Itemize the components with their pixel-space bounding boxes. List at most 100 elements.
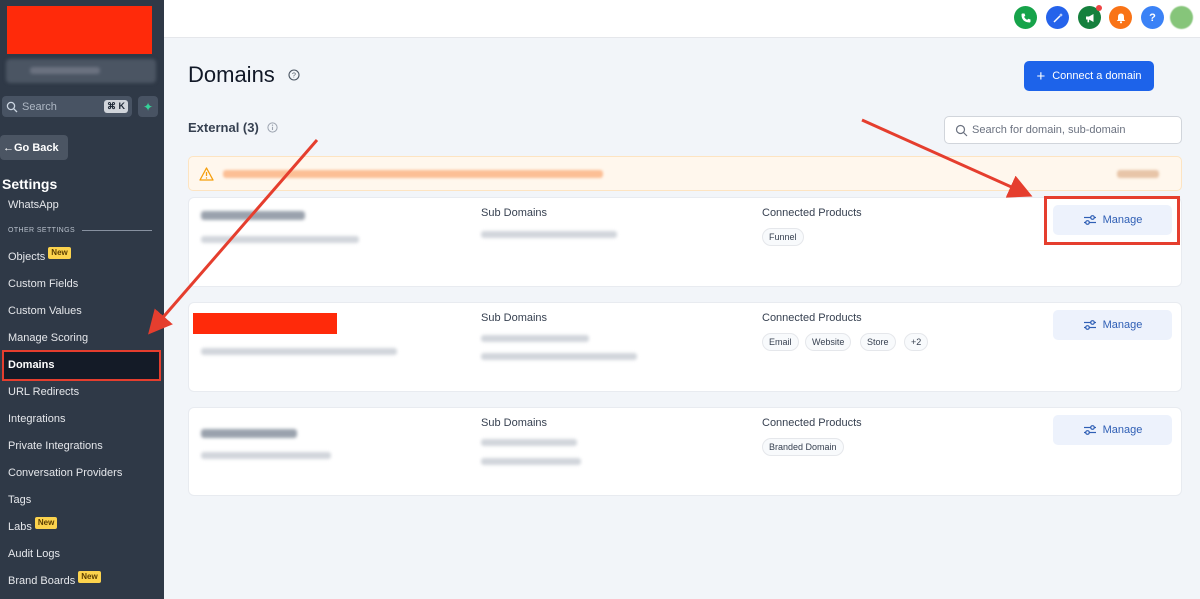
sub-domains-label: Sub Domains <box>481 207 548 219</box>
go-back-button[interactable]: ← Go Back <box>0 135 68 160</box>
sidebar-item-objects[interactable]: Objects New <box>8 247 71 265</box>
product-chip: Website <box>805 333 852 351</box>
warning-message-redacted <box>223 170 603 178</box>
connected-products-label: Connected Products <box>762 312 862 324</box>
connect-domain-label: Connect a domain <box>1052 70 1142 82</box>
domain-detail-redacted <box>201 348 397 355</box>
new-badge: New <box>48 247 71 259</box>
sub-domain-redacted <box>481 353 637 360</box>
sidebar-item-label: URL Redirects <box>8 386 80 398</box>
sidebar-item-private-integrations[interactable]: Private Integrations <box>8 438 103 454</box>
manage-button[interactable]: Manage <box>1053 415 1172 445</box>
megaphone-icon[interactable] <box>1078 5 1102 29</box>
sparkle-icon[interactable]: ✦ <box>138 96 158 117</box>
sidebar-item-custom-fields[interactable]: Custom Fields <box>8 276 78 292</box>
sidebar-item-conversation-providers[interactable]: Conversation Providers <box>8 465 122 481</box>
manage-label: Manage <box>1102 319 1143 331</box>
sidebar-item-label: Brand Boards <box>8 575 76 587</box>
svg-text:?: ? <box>292 73 296 80</box>
page-title: Domains <box>188 62 275 87</box>
other-settings-divider: OTHER SETTINGS <box>8 227 152 234</box>
sub-domains-label: Sub Domains <box>481 417 548 429</box>
warning-icon <box>199 167 214 181</box>
sidebar-item-label: Custom Values <box>8 305 82 317</box>
sliders-icon <box>1083 320 1096 330</box>
phone-icon[interactable] <box>1014 6 1037 29</box>
sidebar-item-label: Labs <box>8 521 32 533</box>
top-bar: ? <box>164 0 1200 38</box>
go-back-label: Go Back <box>14 141 59 154</box>
search-icon <box>6 101 18 112</box>
sidebar-item-label: Private Integrations <box>8 440 103 452</box>
product-chip: Email <box>762 333 799 351</box>
arrow-left-icon: ← <box>3 141 14 154</box>
sidebar-item-tags[interactable]: Tags <box>8 492 31 508</box>
sidebar-item-manage-scoring[interactable]: Manage Scoring <box>8 330 88 346</box>
sidebar-item-whatsapp[interactable]: WhatsApp <box>8 197 59 213</box>
sidebar-item-brand-boards[interactable]: Brand Boards New <box>8 571 101 589</box>
redacted-logo <box>7 6 152 54</box>
sidebar-search[interactable]: Search ⌘ K <box>2 96 132 117</box>
warning-link-redacted[interactable] <box>1117 170 1159 178</box>
annotation-arrows <box>148 118 1033 335</box>
domain-card: Sub Domains Connected Products Email Web… <box>188 302 1182 392</box>
sidebar-item-label: WhatsApp <box>8 199 59 211</box>
sidebar-item-label: Conversation Providers <box>8 467 123 479</box>
search-placeholder: Search for domain, sub-domain <box>972 124 1126 136</box>
domain-detail-redacted <box>201 236 359 243</box>
sidebar-item-label: Integrations <box>8 413 66 425</box>
domain-name-redacted <box>193 313 337 334</box>
domain-card: Sub Domains Connected Products Branded D… <box>188 407 1182 496</box>
sub-domain-redacted <box>481 231 617 238</box>
info-icon[interactable] <box>267 122 278 133</box>
manage-button[interactable]: Manage <box>1053 310 1172 340</box>
sidebar: Search ⌘ K ✦ ← Go Back Settings WhatsApp… <box>0 0 164 599</box>
bell-icon[interactable] <box>1109 6 1132 29</box>
domain-name-redacted <box>201 211 305 220</box>
connect-domain-button[interactable]: + Connect a domain <box>1024 61 1154 91</box>
new-badge: New <box>34 517 58 529</box>
domain-name-redacted <box>201 429 297 438</box>
sidebar-item-label: Manage Scoring <box>8 332 89 344</box>
sidebar-item-integrations[interactable]: Integrations <box>8 411 65 427</box>
manage-label: Manage <box>1102 424 1143 436</box>
sidebar-item-label: Audit Logs <box>8 548 60 560</box>
help-glyph: ? <box>1149 11 1156 24</box>
product-chip: Branded Domain <box>762 438 844 456</box>
sidebar-item-label: Custom Fields <box>8 278 79 290</box>
warning-banner <box>188 156 1182 191</box>
search-shortcut: ⌘ K <box>104 100 128 113</box>
sidebar-item-label: Tags <box>8 494 32 506</box>
sliders-icon <box>1083 425 1096 435</box>
sub-domain-redacted <box>481 458 581 465</box>
sidebar-item-label: Objects <box>8 251 46 263</box>
product-chip: Store <box>860 333 896 351</box>
sidebar-item-url-redirects[interactable]: URL Redirects <box>8 384 79 400</box>
sidebar-item-label: Domains <box>8 359 55 371</box>
help-icon[interactable]: ? <box>1141 6 1164 29</box>
sidebar-item-domains[interactable]: Domains <box>2 350 161 381</box>
other-settings-label: OTHER SETTINGS <box>8 227 76 234</box>
notification-dot <box>1096 5 1102 11</box>
plus-icon: + <box>1036 67 1046 85</box>
settings-title: Settings <box>2 176 58 192</box>
domain-card: Sub Domains Connected Products Funnel Ma… <box>188 197 1182 287</box>
domain-detail-redacted <box>201 452 331 459</box>
new-badge: New <box>78 571 101 583</box>
sub-domain-redacted <box>481 335 589 342</box>
sidebar-item-labs[interactable]: Labs New <box>8 517 58 535</box>
sidebar-search-placeholder: Search <box>22 100 57 113</box>
more-products-chip[interactable]: +2 <box>904 333 929 351</box>
sidebar-item-audit-logs[interactable]: Audit Logs <box>8 546 60 562</box>
question-circle-icon[interactable]: ? <box>288 69 300 81</box>
sidebar-item-custom-values[interactable]: Custom Values <box>8 303 82 319</box>
section-title: External (3) <box>188 120 259 135</box>
sub-domain-redacted <box>481 439 577 446</box>
avatar[interactable] <box>1170 6 1193 29</box>
sub-domains-label: Sub Domains <box>481 312 548 324</box>
magic-icon[interactable] <box>1046 6 1069 29</box>
product-chip: Funnel <box>762 228 804 246</box>
manage-highlight-box <box>1044 196 1180 245</box>
account-switcher[interactable] <box>6 59 156 83</box>
domain-search-input[interactable]: Search for domain, sub-domain <box>944 116 1182 144</box>
